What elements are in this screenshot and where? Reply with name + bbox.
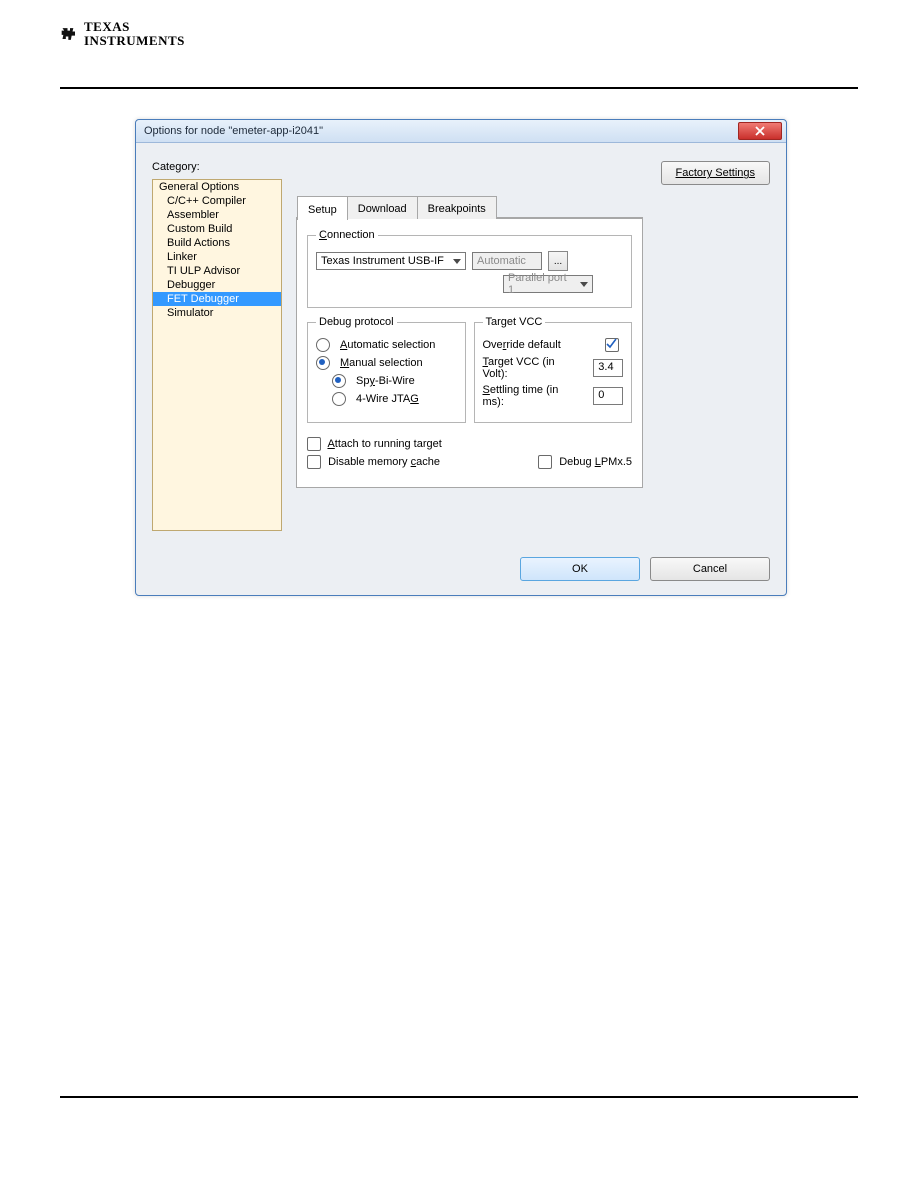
cancel-button[interactable]: Cancel [650,557,770,581]
options-dialog: Options for node "emeter-app-i2041" Cate… [135,119,787,596]
tab-breakpoints[interactable]: Breakpoints [417,196,497,219]
settling-input[interactable]: 0 [593,387,623,405]
settling-label: Settling time (in ms): [483,384,582,408]
debug-lpmx-label: Debug LPMx.5 [559,456,632,468]
chevron-down-icon [580,282,588,287]
bottom-divider [60,1096,858,1098]
setup-panel: Connection Texas Instrument USB-IF Autom… [297,218,642,487]
target-vcc-input[interactable]: 3.4 [593,359,623,377]
browse-button[interactable]: ... [548,251,568,271]
ti-logo-block: TEXAS INSTRUMENTS [60,20,858,47]
top-divider [60,87,858,89]
cat-assembler[interactable]: Assembler [153,208,281,222]
target-vcc-group: Target VCC Override default Target [474,316,633,423]
close-button[interactable] [738,122,782,140]
tab-download[interactable]: Download [347,196,418,219]
attach-label: Attach to running target [327,438,441,450]
connection-legend: Connection [316,229,378,241]
cat-compiler[interactable]: C/C++ Compiler [153,194,281,208]
target-vcc-legend: Target VCC [483,316,546,328]
chevron-down-icon [453,259,461,264]
connection-group: Connection Texas Instrument USB-IF Autom… [307,229,632,308]
spybiwire-radio[interactable] [332,374,346,388]
fourwire-radio[interactable] [332,392,346,406]
cat-simulator[interactable]: Simulator [153,306,281,320]
auto-selection-radio[interactable] [316,338,330,352]
debug-protocol-group: Debug protocol Automatic selection Manua… [307,316,466,423]
cat-build-actions[interactable]: Build Actions [153,236,281,250]
override-label: Override default [483,339,561,351]
debug-lpmx-checkbox[interactable] [538,455,552,469]
port-value: Parallel port 1 [508,272,574,296]
cat-general-options[interactable]: General Options [153,180,281,194]
logo-line2: INSTRUMENTS [84,34,185,48]
port-combo: Parallel port 1 [503,275,593,293]
fourwire-label: 4-Wire JTAG [356,393,419,405]
factory-settings-button[interactable]: Factory Settings [661,161,770,185]
category-list[interactable]: General Options C/C++ Compiler Assembler… [152,179,282,531]
conn-mode-value: Automatic [477,255,526,267]
cat-custom-build[interactable]: Custom Build [153,222,281,236]
tab-container: Setup Download Breakpoints Connection Te… [296,217,643,488]
spybiwire-label: Spy-Bi-Wire [356,375,415,387]
override-checkbox[interactable] [605,338,619,352]
ti-chip-icon [60,24,80,44]
debug-protocol-legend: Debug protocol [316,316,397,328]
connection-combo[interactable]: Texas Instrument USB-IF [316,252,466,270]
ok-button[interactable]: OK [520,557,640,581]
manual-selection-radio[interactable] [316,356,330,370]
connection-value: Texas Instrument USB-IF [321,255,444,267]
auto-selection-label: Automatic selection [340,339,435,351]
tab-setup[interactable]: Setup [297,196,348,220]
attach-checkbox[interactable] [307,437,321,451]
cat-linker[interactable]: Linker [153,250,281,264]
disable-cache-label: Disable memory cache [328,456,440,468]
manual-selection-label: Manual selection [340,357,423,369]
close-icon [755,126,765,136]
cat-ulp-advisor[interactable]: TI ULP Advisor [153,264,281,278]
cat-fet-debugger[interactable]: FET Debugger [153,292,281,306]
dialog-title: Options for node "emeter-app-i2041" [144,125,323,137]
logo-line1: TEXAS [84,20,185,34]
disable-cache-checkbox[interactable] [307,455,321,469]
target-vcc-field-label: Target VCC (in Volt): [483,356,582,380]
dialog-titlebar: Options for node "emeter-app-i2041" [136,120,786,143]
conn-mode-combo[interactable]: Automatic [472,252,542,270]
category-heading: Category: [152,161,282,173]
cat-debugger[interactable]: Debugger [153,278,281,292]
